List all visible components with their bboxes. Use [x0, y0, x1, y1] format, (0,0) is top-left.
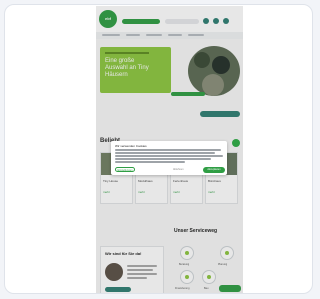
cookie-dialog: Wir verwenden Cookies Einstellungen Able…	[111, 141, 227, 175]
cookie-decline-link[interactable]: Ablehnen	[173, 167, 184, 172]
preview-card: ebf Eine große Auswahl an Tiny Häusern B…	[4, 4, 313, 294]
help-fab-icon[interactable]	[232, 139, 240, 147]
cookie-accept-button[interactable]: Akzeptieren	[203, 167, 225, 173]
website-thumbnail[interactable]: ebf Eine große Auswahl an Tiny Häusern B…	[96, 6, 243, 293]
cookie-settings-button[interactable]: Einstellungen	[115, 167, 135, 172]
cookie-title: Wir verwenden Cookies	[115, 144, 147, 148]
